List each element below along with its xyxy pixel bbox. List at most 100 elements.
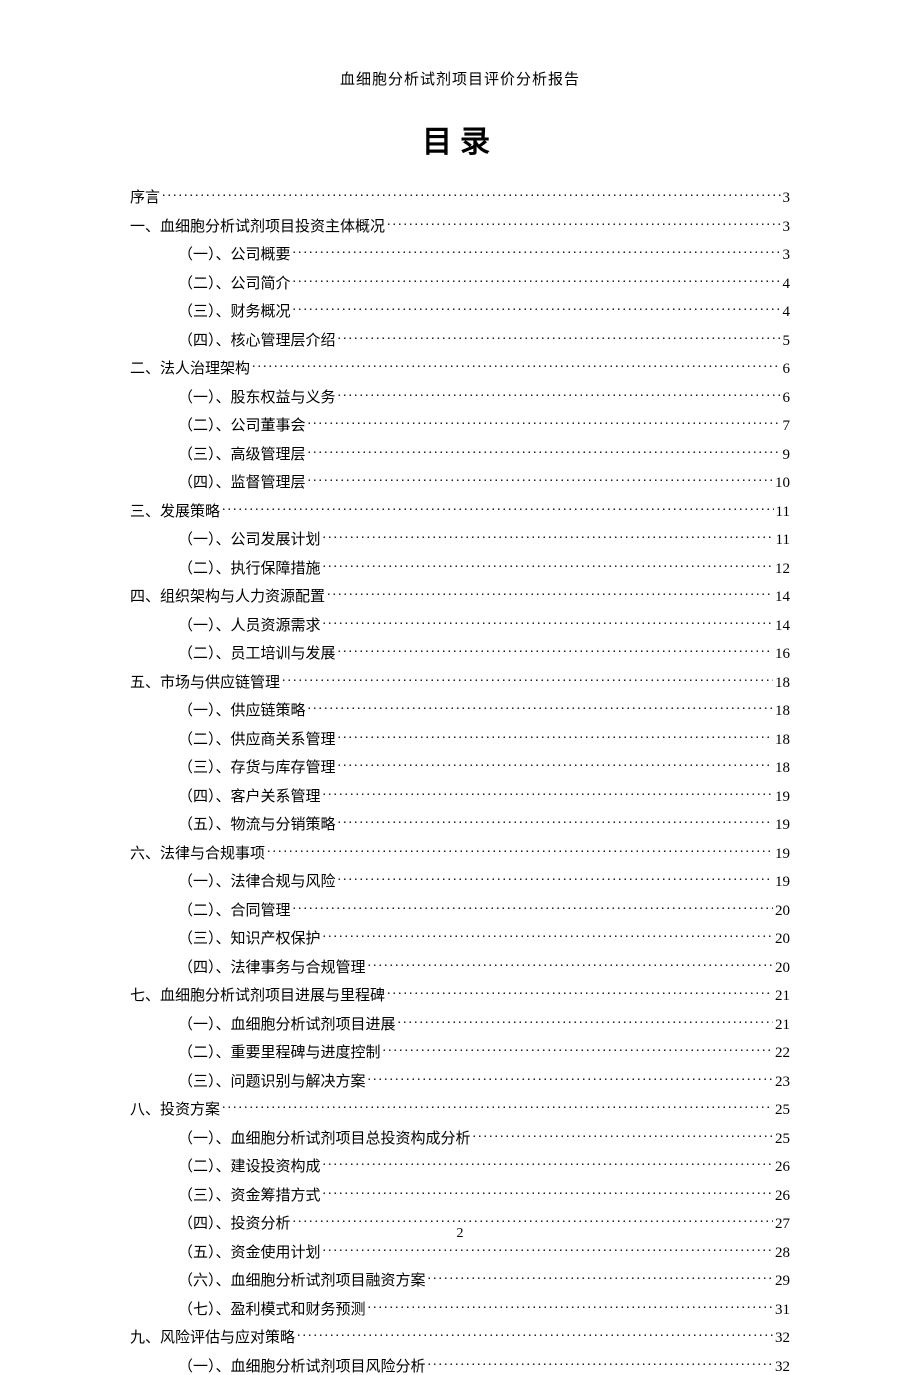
toc-entry[interactable]: （五）、资金使用计划28 xyxy=(130,1242,790,1261)
toc-entry[interactable]: （四）、监督管理层10 xyxy=(130,472,790,491)
toc-entry[interactable]: （四）、法律事务与合规管理20 xyxy=(130,957,790,976)
toc-entry-label: （四）、监督管理层 xyxy=(178,476,306,491)
toc-entry-label: （四）、核心管理层介绍 xyxy=(178,334,336,349)
page-number: 2 xyxy=(0,1226,920,1242)
toc-entry[interactable]: 二、法人治理架构6 xyxy=(130,358,790,377)
toc-entry[interactable]: （一）、股东权益与义务6 xyxy=(130,387,790,406)
toc-entry-page: 20 xyxy=(775,932,790,947)
toc-entry[interactable]: （三）、财务概况 4 xyxy=(130,301,790,320)
toc-entry[interactable]: 六、法律与合规事项19 xyxy=(130,843,790,862)
toc-entry[interactable]: （一）、血细胞分析试剂项目总投资构成分析25 xyxy=(130,1128,790,1147)
toc-entry[interactable]: 七、血细胞分析试剂项目进展与里程碑21 xyxy=(130,985,790,1004)
toc-entry[interactable]: （二）、重要里程碑与进度控制22 xyxy=(130,1042,790,1061)
toc-entry[interactable]: （一）、供应链策略18 xyxy=(130,700,790,719)
toc-entry[interactable]: （一）、血细胞分析试剂项目风险分析32 xyxy=(130,1356,790,1375)
toc-leader-dots xyxy=(368,1071,773,1086)
toc-entry-page: 4 xyxy=(783,305,791,320)
toc-entry-page: 25 xyxy=(775,1132,790,1147)
toc-entry[interactable]: （三）、资金筹措方式26 xyxy=(130,1185,790,1204)
toc-heading: 目录 xyxy=(130,117,790,161)
toc-leader-dots xyxy=(323,1242,773,1257)
toc-entry[interactable]: 一、血细胞分析试剂项目投资主体概况3 xyxy=(130,216,790,235)
toc-entry-page: 20 xyxy=(775,904,790,919)
toc-leader-dots xyxy=(162,187,780,202)
toc-entry[interactable]: 四、组织架构与人力资源配置 14 xyxy=(130,586,790,605)
toc-entry[interactable]: （七）、盈利模式和财务预测31 xyxy=(130,1299,790,1318)
toc-leader-dots xyxy=(252,358,780,373)
toc-entry-label: （三）、财务概况 xyxy=(178,305,291,320)
toc-entry[interactable]: （三）、问题识别与解决方案23 xyxy=(130,1071,790,1090)
toc-entry-page: 26 xyxy=(775,1160,790,1175)
toc-entry[interactable]: （一）、人员资源需求 14 xyxy=(130,615,790,634)
toc-entry-page: 3 xyxy=(783,248,791,263)
toc-entry-label: （三）、知识产权保护 xyxy=(178,932,321,947)
toc-entry-label: （三）、高级管理层 xyxy=(178,448,306,463)
toc-entry[interactable]: （一）、公司概要 3 xyxy=(130,244,790,263)
toc-entry[interactable]: 八、投资方案25 xyxy=(130,1099,790,1118)
toc-entry-page: 6 xyxy=(783,391,791,406)
toc-leader-dots xyxy=(323,1185,773,1200)
toc-entry-label: 序言 xyxy=(130,191,160,206)
toc-entry-label: （一）、公司发展计划 xyxy=(178,533,321,548)
toc-entry-label: （二）、公司简介 xyxy=(178,277,291,292)
toc-entry[interactable]: （二）、员工培训与发展16 xyxy=(130,643,790,662)
toc-entry-page: 14 xyxy=(775,590,790,605)
toc-entry-label: （一）、人员资源需求 xyxy=(178,619,321,634)
toc-entry-label: 六、法律与合规事项 xyxy=(130,847,265,862)
toc-entry[interactable]: （二）、公司董事会7 xyxy=(130,415,790,434)
toc-entry[interactable]: （一）、公司发展计划11 xyxy=(130,529,790,548)
toc-entry-page: 18 xyxy=(775,761,790,776)
toc-entry-label: （一）、公司概要 xyxy=(178,248,291,263)
toc-entry[interactable]: （二）、建设投资构成26 xyxy=(130,1156,790,1175)
toc-leader-dots xyxy=(338,729,773,744)
toc-leader-dots xyxy=(282,672,773,687)
toc-entry[interactable]: 三、发展策略11 xyxy=(130,501,790,520)
toc-leader-dots xyxy=(222,501,774,516)
toc-leader-dots xyxy=(473,1128,773,1143)
toc-leader-dots xyxy=(308,472,773,487)
toc-entry-page: 26 xyxy=(775,1189,790,1204)
toc-entry[interactable]: （二）、供应商关系管理18 xyxy=(130,729,790,748)
toc-entry-label: 四、组织架构与人力资源配置 xyxy=(130,590,325,605)
toc-entry[interactable]: （五）、物流与分销策略19 xyxy=(130,814,790,833)
toc-entry[interactable]: （四）、客户关系管理19 xyxy=(130,786,790,805)
toc-entry-page: 19 xyxy=(775,875,790,890)
toc-leader-dots xyxy=(428,1356,773,1371)
toc-entry-page: 23 xyxy=(775,1075,790,1090)
toc-entry-label: （二）、合同管理 xyxy=(178,904,291,919)
toc-entry[interactable]: （四）、核心管理层介绍5 xyxy=(130,330,790,349)
toc-entry-label: 九、风险评估与应对策略 xyxy=(130,1331,295,1346)
toc-entry-label: （二）、公司董事会 xyxy=(178,419,306,434)
toc-entry-label: 三、发展策略 xyxy=(130,505,220,520)
toc-entry-page: 31 xyxy=(775,1303,790,1318)
toc-entry-label: （四）、客户关系管理 xyxy=(178,790,321,805)
toc-entry[interactable]: 五、市场与供应链管理18 xyxy=(130,672,790,691)
toc-entry-page: 28 xyxy=(775,1246,790,1261)
toc-entry-label: （二）、重要里程碑与进度控制 xyxy=(178,1046,381,1061)
toc-entry[interactable]: （三）、存货与库存管理18 xyxy=(130,757,790,776)
toc-entry-label: （一）、血细胞分析试剂项目进展 xyxy=(178,1018,396,1033)
toc-entry-page: 14 xyxy=(775,619,790,634)
toc-entry[interactable]: （二）、公司简介 4 xyxy=(130,273,790,292)
toc-entry[interactable]: 九、风险评估与应对策略32 xyxy=(130,1327,790,1346)
table-of-contents: 序言3一、血细胞分析试剂项目投资主体概况3（一）、公司概要3（二）、公司简介4（… xyxy=(130,187,790,1375)
toc-entry-label: （二）、供应商关系管理 xyxy=(178,733,336,748)
toc-leader-dots xyxy=(293,900,773,915)
toc-entry-label: （一）、血细胞分析试剂项目风险分析 xyxy=(178,1360,426,1375)
toc-entry[interactable]: 序言3 xyxy=(130,187,790,206)
toc-leader-dots xyxy=(383,1042,773,1057)
toc-entry[interactable]: （二）、执行保障措施12 xyxy=(130,558,790,577)
toc-entry-page: 16 xyxy=(775,647,790,662)
toc-entry-page: 25 xyxy=(775,1103,790,1118)
toc-entry[interactable]: （三）、高级管理层9 xyxy=(130,444,790,463)
toc-entry[interactable]: （一）、血细胞分析试剂项目进展21 xyxy=(130,1014,790,1033)
toc-leader-dots xyxy=(368,957,773,972)
toc-entry[interactable]: （三）、知识产权保护 20 xyxy=(130,928,790,947)
toc-leader-dots xyxy=(368,1299,773,1314)
toc-leader-dots xyxy=(293,244,781,259)
toc-entry[interactable]: （二）、合同管理 20 xyxy=(130,900,790,919)
toc-entry-page: 4 xyxy=(783,277,791,292)
toc-entry[interactable]: （一）、法律合规与风险19 xyxy=(130,871,790,890)
toc-entry[interactable]: （六）、血细胞分析试剂项目融资方案29 xyxy=(130,1270,790,1289)
toc-leader-dots xyxy=(323,928,773,943)
